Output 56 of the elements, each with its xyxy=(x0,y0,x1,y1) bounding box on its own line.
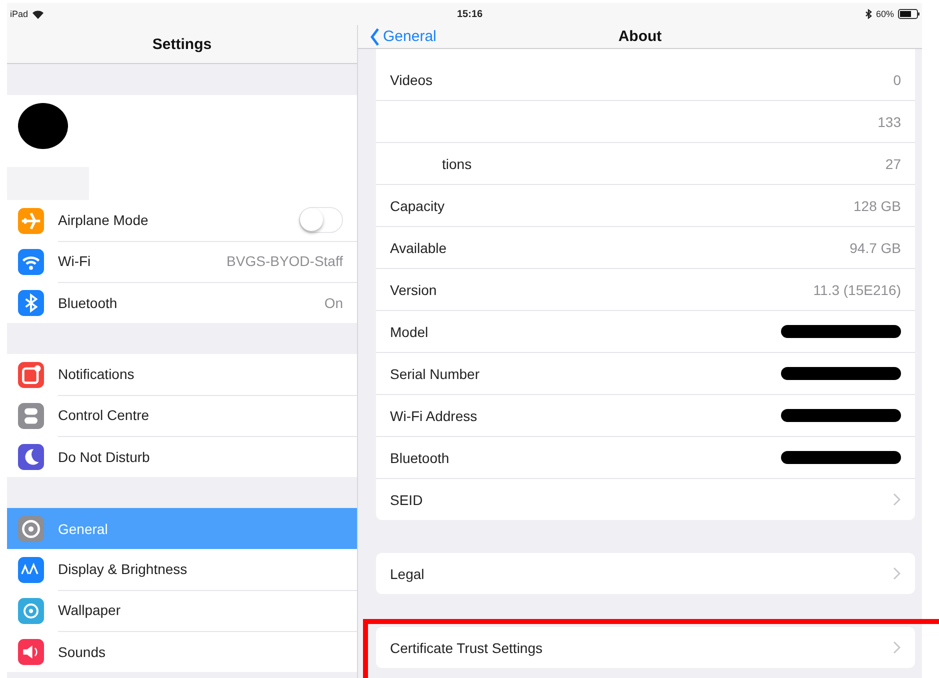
sidebar-title: Settings xyxy=(152,36,212,52)
item-label: Bluetooth xyxy=(58,294,118,310)
item-label: Wallpaper xyxy=(58,602,121,618)
item-value: BVGS-BYOD-Staff xyxy=(226,253,343,269)
item-label: General xyxy=(58,520,108,536)
avatar-redaction xyxy=(18,103,68,149)
row-value: 27 xyxy=(885,156,901,172)
item-label: Do Not Disturb xyxy=(58,448,150,464)
sidebar-item[interactable]: Display & Brightness xyxy=(7,549,357,590)
battery-percent: 60% xyxy=(876,9,894,19)
item-label: Notifications xyxy=(58,366,134,382)
row-label: Available xyxy=(390,240,447,256)
detail-row[interactable]: SEID xyxy=(376,479,915,520)
detail-row[interactable]: Legal xyxy=(376,553,915,594)
row-label: SEID xyxy=(390,492,423,508)
status-time: 15:16 xyxy=(457,8,483,20)
chevron-left-icon xyxy=(370,28,380,46)
item-label: Display & Brightness xyxy=(58,561,188,577)
row-value: 128 GB xyxy=(854,198,901,214)
sidebar-item[interactable]: Wallpaper xyxy=(7,590,357,631)
item-label: Sounds xyxy=(58,644,106,660)
sidebar-item[interactable]: Notifications xyxy=(7,354,357,395)
bluetooth-icon xyxy=(864,9,872,19)
item-label: Wi-Fi xyxy=(58,253,91,269)
sidebar-item[interactable]: Bluetooth On xyxy=(7,282,357,323)
item-value: On xyxy=(324,294,343,310)
sidebar-item[interactable]: Wi-Fi BVGS-BYOD-Staff xyxy=(7,241,357,282)
row-value: 94.7 GB xyxy=(850,240,901,256)
sidebar-item[interactable]: Control Centre xyxy=(7,395,357,436)
chevron-right-icon xyxy=(893,641,901,654)
row-label: tions xyxy=(441,156,472,172)
device-name: iPad xyxy=(10,9,28,19)
row-label: Capacity xyxy=(390,198,444,214)
row-label: Serial Number xyxy=(390,366,480,382)
row-label: Videos xyxy=(390,72,433,88)
row-value: 0 xyxy=(893,72,901,88)
sidebar-item[interactable]: Sounds xyxy=(7,631,357,672)
row-label: Bluetooth xyxy=(390,450,450,466)
row-value: 11.3 (15E216) xyxy=(813,282,901,298)
row-label: Model xyxy=(390,324,428,340)
battery-icon xyxy=(898,9,920,19)
row-label: Legal xyxy=(390,566,424,582)
page-title: About xyxy=(618,28,662,45)
row-label: Wi-Fi Address xyxy=(390,408,478,424)
chevron-right-icon xyxy=(893,493,901,506)
row-label: Version xyxy=(390,282,437,298)
chevron-right-icon xyxy=(893,567,901,580)
detail-row[interactable]: Certificate Trust Settings xyxy=(376,627,915,668)
sidebar-item[interactable]: Airplane Mode xyxy=(7,200,357,241)
wifi-icon xyxy=(32,10,44,18)
sidebar-item[interactable]: Do Not Disturb xyxy=(7,436,357,477)
item-label: Airplane Mode xyxy=(58,212,148,228)
item-label: Control Centre xyxy=(58,407,150,423)
row-label: Certificate Trust Settings xyxy=(390,640,543,656)
toggle-switch[interactable] xyxy=(299,207,343,233)
row-value: 133 xyxy=(878,114,901,130)
